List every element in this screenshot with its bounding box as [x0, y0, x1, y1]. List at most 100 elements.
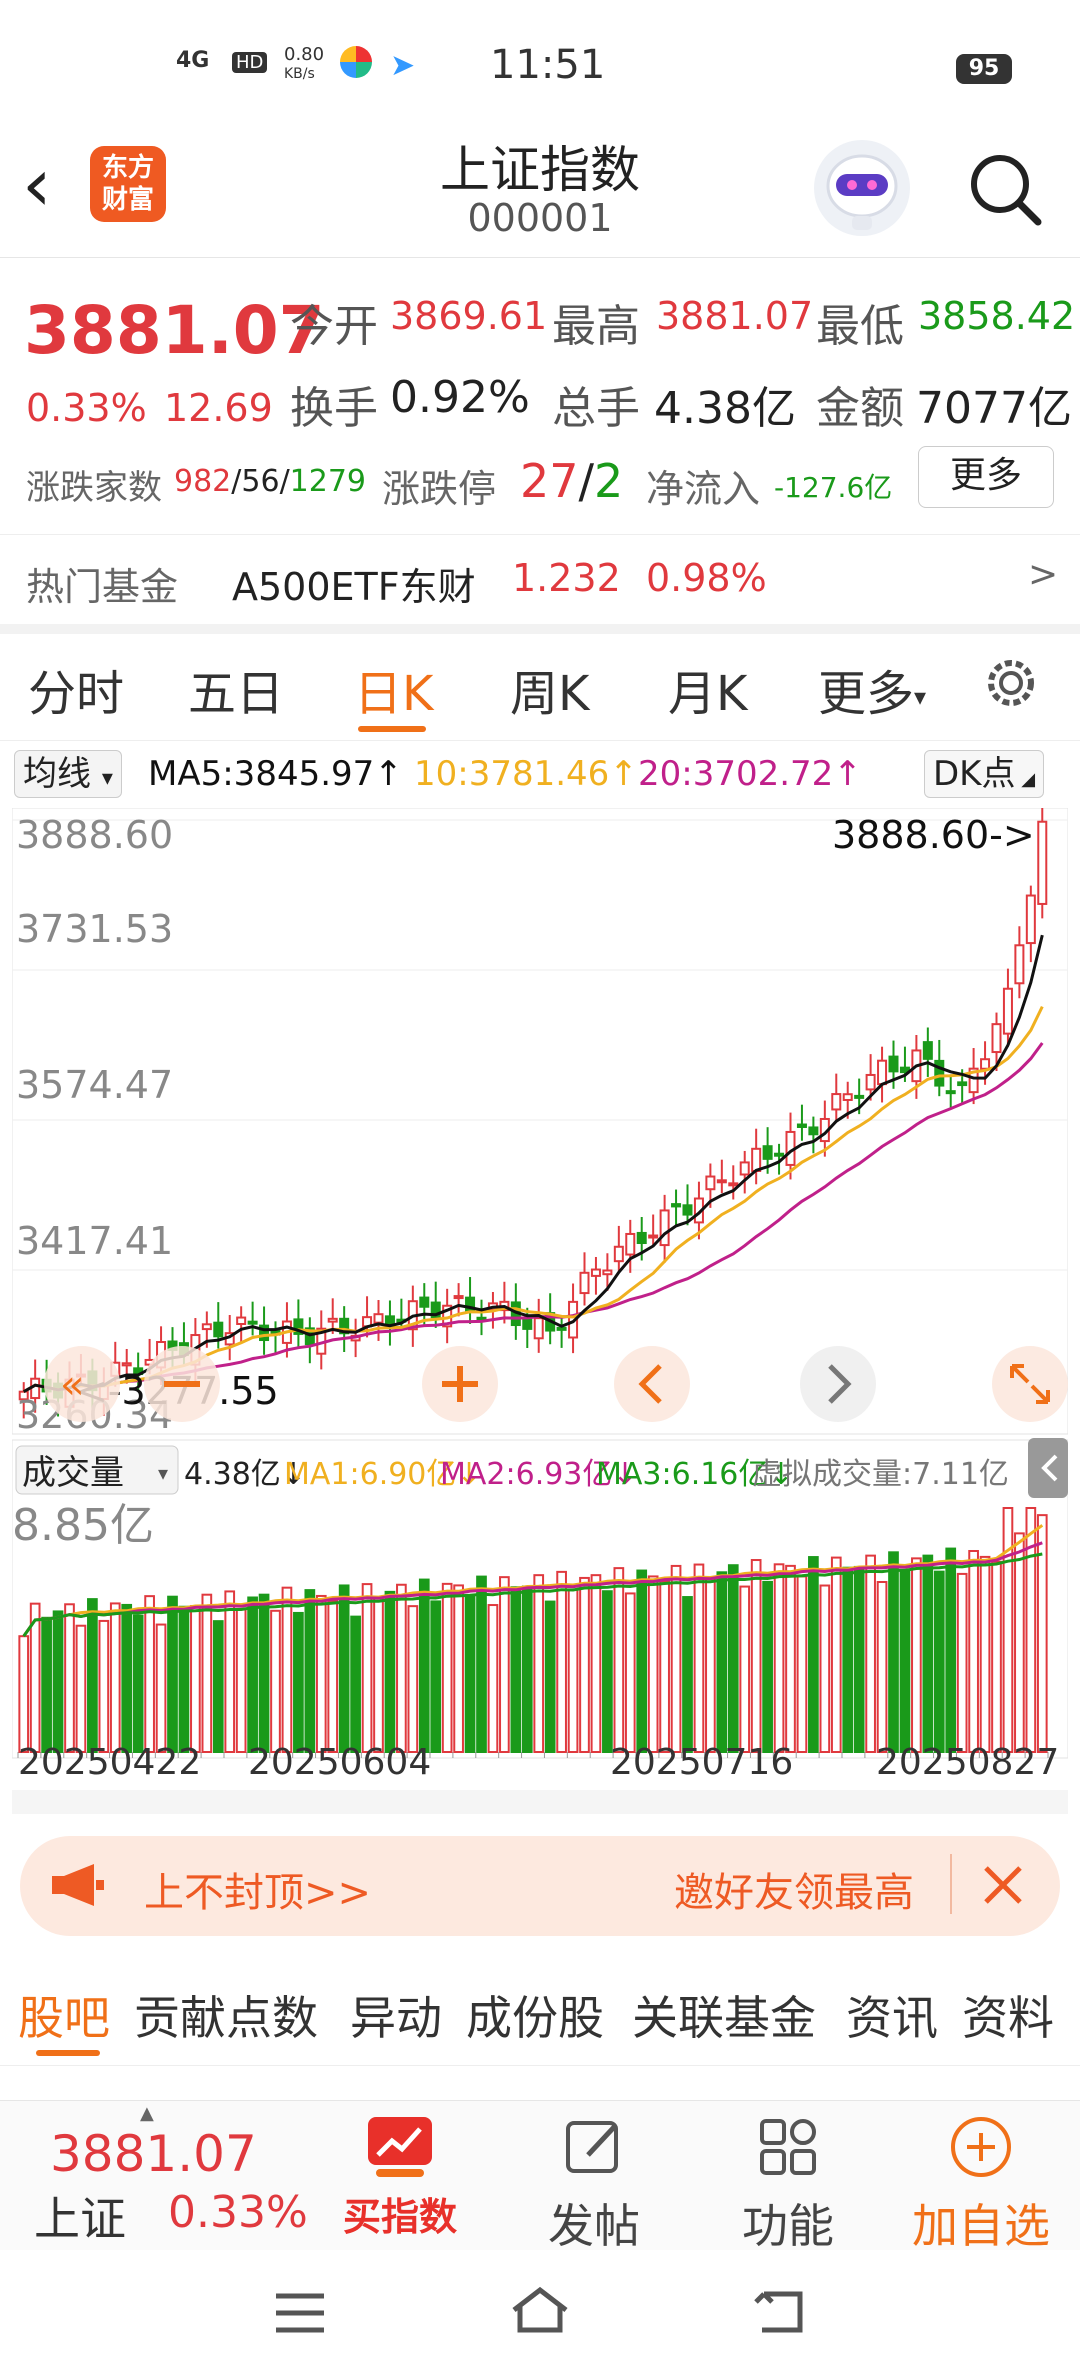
function-button[interactable]: 功能: [718, 2115, 858, 2256]
add-watchlist-button[interactable]: 加自选: [896, 2115, 1066, 2256]
volume-bar: [373, 1597, 384, 1753]
collapse-panel-button[interactable]: [1028, 1438, 1068, 1498]
chart-footer: [12, 1790, 1068, 1814]
banner-left-text: 上不封顶>>: [144, 1870, 372, 1916]
candle-body: [636, 1231, 647, 1245]
fullscreen-icon[interactable]: [992, 1346, 1068, 1422]
back-icon[interactable]: ‹: [22, 148, 82, 230]
candle-body: [556, 1326, 567, 1331]
candle-body: [774, 1152, 785, 1157]
volume-bar: [499, 1576, 510, 1753]
svg-text:成交量: 成交量: [22, 1453, 124, 1493]
candle-body: [991, 1023, 1002, 1054]
volume-bar: [670, 1564, 682, 1753]
volume-bar: [418, 1578, 430, 1754]
tab-five-day[interactable]: 五日: [188, 654, 284, 724]
volume-bar: [190, 1605, 201, 1754]
y-label-4: 3417.41: [16, 1219, 173, 1263]
volume-bar: [830, 1556, 842, 1754]
candle-body: [453, 1295, 464, 1300]
volume-bar: [350, 1615, 361, 1754]
ma-selector[interactable]: 均线 ▾: [14, 750, 122, 798]
candle-body: [213, 1321, 224, 1338]
netflow-label: 净流入: [646, 467, 761, 511]
volume-bar: [75, 1624, 87, 1753]
candle-body: [121, 1362, 132, 1367]
volume-bar: [888, 1551, 899, 1753]
volume-bar: [716, 1571, 728, 1754]
tab-more[interactable]: 更多▾: [818, 654, 926, 724]
volume-bar: [1014, 1532, 1025, 1753]
tab-weekly-k[interactable]: 周K: [510, 654, 589, 724]
divider: [950, 1854, 952, 1914]
volume-bar: [956, 1572, 968, 1753]
buy-index-button[interactable]: 买指数: [330, 2115, 470, 2241]
kline-chart[interactable]: 3888.60 3731.53 3574.47 3417.41 3260.34 …: [12, 808, 1068, 1808]
grid-icon: [760, 2119, 816, 2175]
dk-point-button[interactable]: DK点 ◢: [924, 750, 1045, 798]
x-date-2: 20250604: [248, 1742, 431, 1783]
candle-body: [671, 1203, 682, 1208]
menu-icon[interactable]: [272, 2290, 328, 2336]
volume-bar: [1036, 1514, 1048, 1753]
search-icon[interactable]: [966, 150, 1046, 230]
tab-profile[interactable]: 资料: [962, 1982, 1054, 2048]
home-icon[interactable]: [508, 2284, 572, 2336]
breadth-label: 涨跌家数: [26, 468, 162, 508]
tab-news[interactable]: 资讯: [846, 1982, 938, 2048]
candle-body: [716, 1179, 727, 1184]
volume-bar: [18, 1635, 30, 1753]
tab-movement[interactable]: 异动: [350, 1982, 442, 2048]
signal-icon: 4G: [176, 48, 210, 73]
scroll-left-fast-button[interactable]: «: [44, 1346, 120, 1422]
tab-related-funds[interactable]: 关联基金: [632, 1982, 816, 2048]
amount-value: 7077亿: [916, 383, 1072, 434]
close-icon[interactable]: [978, 1860, 1028, 1910]
tab-intraday[interactable]: 分时: [28, 654, 124, 724]
volume-bar: [624, 1592, 636, 1753]
high-label: 最高: [552, 301, 640, 352]
volume-max-label: 8.85亿: [12, 1500, 154, 1551]
scroll-left-button[interactable]: [614, 1346, 690, 1422]
tab-contribution[interactable]: 贡献点数: [134, 1982, 318, 2048]
more-button[interactable]: 更多: [918, 446, 1054, 508]
hot-fund-row[interactable]: 热门基金 A500ETF东财 1.232 0.98% >: [0, 534, 1080, 626]
bottom-action-bar: ▲ 3881.07 上证 0.33% 买指数 发帖 功能 加自选: [0, 2100, 1080, 2253]
post-button[interactable]: 发帖: [524, 2115, 664, 2256]
tab-guba[interactable]: 股吧: [18, 1982, 110, 2048]
back-nav-icon[interactable]: [752, 2286, 812, 2336]
tab-constituents[interactable]: 成份股: [466, 1982, 604, 2048]
active-tab-indicator: [358, 726, 426, 732]
promo-banner[interactable]: 上不封顶>> 邀好友领最高: [20, 1836, 1060, 1936]
active-tab-indicator: [36, 2050, 100, 2056]
gear-icon[interactable]: [982, 654, 1040, 712]
scroll-right-button[interactable]: [800, 1346, 876, 1422]
zoom-out-button[interactable]: [144, 1346, 220, 1422]
volume-bar: [315, 1594, 327, 1754]
x-date-4: 20250827: [876, 1742, 1059, 1783]
volume-bar: [705, 1577, 716, 1754]
volume-bar: [167, 1595, 178, 1753]
candle-body: [957, 1081, 968, 1087]
turnover-label: 换手: [290, 383, 378, 434]
low-value: 3858.42: [918, 294, 1076, 338]
candle-body: [533, 1317, 544, 1340]
volume-bar: [281, 1586, 293, 1753]
clock: 11:51: [490, 42, 606, 88]
robot-assistant-icon[interactable]: [814, 140, 910, 236]
volume-bar: [521, 1585, 533, 1753]
amount-label: 金额: [816, 383, 904, 434]
svg-text:▾: ▾: [158, 1461, 168, 1485]
divider: [0, 740, 1080, 741]
hd-icon: HD: [232, 52, 268, 73]
volume-bar: [556, 1570, 567, 1753]
volume-selector[interactable]: 成交量 ▾: [15, 1445, 179, 1495]
tab-daily-k[interactable]: 日K: [354, 654, 433, 724]
volume-bar: [533, 1574, 545, 1753]
tab-monthly-k[interactable]: 月K: [668, 654, 747, 724]
volume-bar: [430, 1600, 442, 1753]
candle-body: [762, 1145, 773, 1160]
zoom-in-button[interactable]: [422, 1346, 498, 1422]
volume-bar: [808, 1556, 819, 1753]
banner-right-text: 邀好友领最高: [674, 1870, 914, 1916]
